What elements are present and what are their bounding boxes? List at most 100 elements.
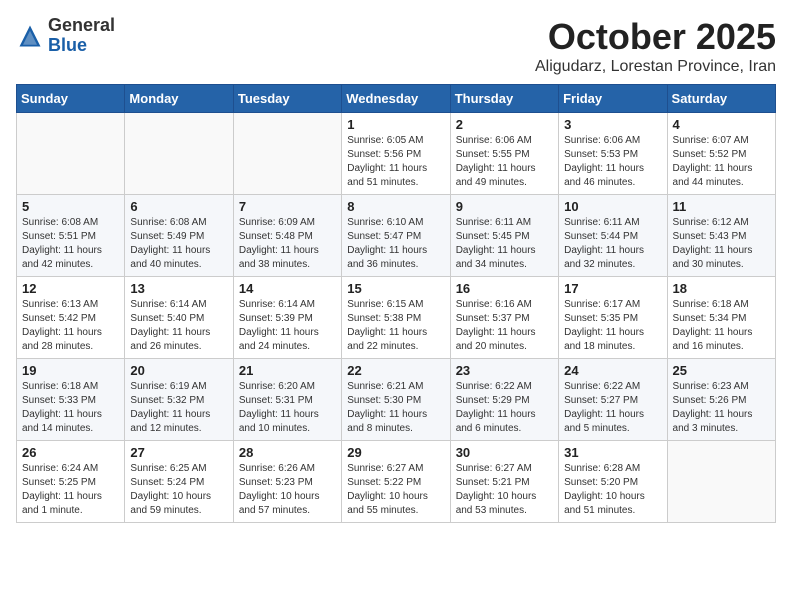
calendar-cell: 18Sunrise: 6:18 AM Sunset: 5:34 PM Dayli… [667, 277, 775, 359]
day-number: 25 [673, 363, 770, 378]
calendar-cell [125, 113, 233, 195]
calendar-cell: 30 Sunrise: 6:27 AM Sunset: 5:21 PM Dayli… [450, 441, 558, 523]
calendar-cell: 16 Sunrise: 6:16 AM Sunset: 5:37 PM Dayli… [450, 277, 558, 359]
day-info: Sunrise: 6:06 AM Sunset: 5:55 PM Dayligh… [456, 134, 553, 190]
day-info: Sunrise: 6:20 AM Sunset: 5:31 PM Dayligh… [239, 380, 336, 436]
day-number: 16 [456, 281, 553, 296]
day-info: Sunrise: 6:25 AM Sunset: 5:24 PM Dayligh… [130, 462, 227, 518]
calendar-week-3: 12 Sunrise: 6:13 AM Sunset: 5:42 PM Dayli… [17, 277, 776, 359]
day-number: 13 [130, 281, 227, 296]
calendar-cell: 23Sunrise: 6:22 AM Sunset: 5:29 PM Dayli… [450, 359, 558, 441]
calendar-cell: 26 Sunrise: 6:24 AM Sunset: 5:25 PM Dayli… [17, 441, 125, 523]
title-block: October 2025 Aligudarz, Lorestan Provinc… [535, 16, 776, 76]
day-number: 10 [564, 199, 661, 214]
calendar-cell: 3 Sunrise: 6:06 AM Sunset: 5:53 PM Daylig… [559, 113, 667, 195]
calendar-week-5: 26 Sunrise: 6:24 AM Sunset: 5:25 PM Dayli… [17, 441, 776, 523]
day-info: Sunrise: 6:21 AM Sunset: 5:30 PM Dayligh… [347, 380, 444, 436]
calendar-cell: 11 Sunrise: 6:12 AM Sunset: 5:43 PM Dayli… [667, 195, 775, 277]
day-info: Sunrise: 6:14 AM Sunset: 5:40 PM Dayligh… [130, 298, 227, 354]
calendar-cell [667, 441, 775, 523]
calendar-cell: 12 Sunrise: 6:13 AM Sunset: 5:42 PM Dayli… [17, 277, 125, 359]
weekday-header-friday: Friday [559, 85, 667, 113]
weekday-header-monday: Monday [125, 85, 233, 113]
weekday-header-sunday: Sunday [17, 85, 125, 113]
day-number: 21 [239, 363, 336, 378]
calendar-cell: 4 Sunrise: 6:07 AM Sunset: 5:52 PM Daylig… [667, 113, 775, 195]
day-info: Sunrise: 6:16 AM Sunset: 5:37 PM Dayligh… [456, 298, 553, 354]
calendar-cell: 31 Sunrise: 6:28 AM Sunset: 5:20 PM Dayli… [559, 441, 667, 523]
day-number: 1 [347, 117, 444, 132]
day-number: 28 [239, 445, 336, 460]
calendar-cell: 27 Sunrise: 6:25 AM Sunset: 5:24 PM Dayli… [125, 441, 233, 523]
day-info: Sunrise: 6:28 AM Sunset: 5:20 PM Dayligh… [564, 462, 661, 518]
calendar-cell [17, 113, 125, 195]
weekday-header-wednesday: Wednesday [342, 85, 450, 113]
calendar-cell: 6 Sunrise: 6:08 AM Sunset: 5:49 PM Daylig… [125, 195, 233, 277]
weekday-header-tuesday: Tuesday [233, 85, 341, 113]
calendar-body: 1 Sunrise: 6:05 AM Sunset: 5:56 PM Daylig… [17, 113, 776, 523]
day-number: 29 [347, 445, 444, 460]
day-info: Sunrise: 6:08 AM Sunset: 5:51 PM Dayligh… [22, 216, 119, 272]
calendar-week-4: 19Sunrise: 6:18 AM Sunset: 5:33 PM Dayli… [17, 359, 776, 441]
day-number: 26 [22, 445, 119, 460]
calendar-cell: 25Sunrise: 6:23 AM Sunset: 5:26 PM Dayli… [667, 359, 775, 441]
calendar-cell: 21 Sunrise: 6:20 AM Sunset: 5:31 PM Dayli… [233, 359, 341, 441]
calendar-week-2: 5Sunrise: 6:08 AM Sunset: 5:51 PM Daylig… [17, 195, 776, 277]
month-title: October 2025 [535, 16, 776, 58]
page-header: General Blue October 2025 Aligudarz, Lor… [16, 16, 776, 76]
day-info: Sunrise: 6:14 AM Sunset: 5:39 PM Dayligh… [239, 298, 336, 354]
day-info: Sunrise: 6:19 AM Sunset: 5:32 PM Dayligh… [130, 380, 227, 436]
day-number: 12 [22, 281, 119, 296]
calendar-cell: 7 Sunrise: 6:09 AM Sunset: 5:48 PM Daylig… [233, 195, 341, 277]
day-number: 4 [673, 117, 770, 132]
day-number: 8 [347, 199, 444, 214]
day-info: Sunrise: 6:13 AM Sunset: 5:42 PM Dayligh… [22, 298, 119, 354]
day-info: Sunrise: 6:10 AM Sunset: 5:47 PM Dayligh… [347, 216, 444, 272]
calendar-cell: 28 Sunrise: 6:26 AM Sunset: 5:23 PM Dayli… [233, 441, 341, 523]
day-info: Sunrise: 6:11 AM Sunset: 5:44 PM Dayligh… [564, 216, 661, 272]
day-number: 27 [130, 445, 227, 460]
calendar-cell: 24Sunrise: 6:22 AM Sunset: 5:27 PM Dayli… [559, 359, 667, 441]
day-info: Sunrise: 6:18 AM Sunset: 5:33 PM Dayligh… [22, 380, 119, 436]
day-number: 23 [456, 363, 553, 378]
day-number: 11 [673, 199, 770, 214]
calendar-cell: 8 Sunrise: 6:10 AM Sunset: 5:47 PM Daylig… [342, 195, 450, 277]
day-info: Sunrise: 6:09 AM Sunset: 5:48 PM Dayligh… [239, 216, 336, 272]
calendar-header: SundayMondayTuesdayWednesdayThursdayFrid… [17, 85, 776, 113]
calendar-cell: 19Sunrise: 6:18 AM Sunset: 5:33 PM Dayli… [17, 359, 125, 441]
day-number: 6 [130, 199, 227, 214]
day-info: Sunrise: 6:12 AM Sunset: 5:43 PM Dayligh… [673, 216, 770, 272]
day-info: Sunrise: 6:27 AM Sunset: 5:21 PM Dayligh… [456, 462, 553, 518]
day-info: Sunrise: 6:08 AM Sunset: 5:49 PM Dayligh… [130, 216, 227, 272]
day-info: Sunrise: 6:07 AM Sunset: 5:52 PM Dayligh… [673, 134, 770, 190]
day-number: 9 [456, 199, 553, 214]
day-info: Sunrise: 6:11 AM Sunset: 5:45 PM Dayligh… [456, 216, 553, 272]
calendar-cell: 9 Sunrise: 6:11 AM Sunset: 5:45 PM Daylig… [450, 195, 558, 277]
weekday-row: SundayMondayTuesdayWednesdayThursdayFrid… [17, 85, 776, 113]
day-number: 30 [456, 445, 553, 460]
calendar-cell: 20Sunrise: 6:19 AM Sunset: 5:32 PM Dayli… [125, 359, 233, 441]
day-info: Sunrise: 6:05 AM Sunset: 5:56 PM Dayligh… [347, 134, 444, 190]
day-info: Sunrise: 6:06 AM Sunset: 5:53 PM Dayligh… [564, 134, 661, 190]
calendar-cell: 10 Sunrise: 6:11 AM Sunset: 5:44 PM Dayli… [559, 195, 667, 277]
day-info: Sunrise: 6:22 AM Sunset: 5:27 PM Dayligh… [564, 380, 661, 436]
day-info: Sunrise: 6:27 AM Sunset: 5:22 PM Dayligh… [347, 462, 444, 518]
logo: General Blue [16, 16, 115, 56]
day-info: Sunrise: 6:15 AM Sunset: 5:38 PM Dayligh… [347, 298, 444, 354]
day-number: 7 [239, 199, 336, 214]
calendar-cell: 1 Sunrise: 6:05 AM Sunset: 5:56 PM Daylig… [342, 113, 450, 195]
calendar-cell: 15Sunrise: 6:15 AM Sunset: 5:38 PM Dayli… [342, 277, 450, 359]
day-number: 14 [239, 281, 336, 296]
day-number: 17 [564, 281, 661, 296]
day-number: 31 [564, 445, 661, 460]
calendar-cell: 2Sunrise: 6:06 AM Sunset: 5:55 PM Daylig… [450, 113, 558, 195]
day-number: 3 [564, 117, 661, 132]
calendar-cell: 13 Sunrise: 6:14 AM Sunset: 5:40 PM Dayli… [125, 277, 233, 359]
day-info: Sunrise: 6:26 AM Sunset: 5:23 PM Dayligh… [239, 462, 336, 518]
day-info: Sunrise: 6:24 AM Sunset: 5:25 PM Dayligh… [22, 462, 119, 518]
day-number: 18 [673, 281, 770, 296]
calendar-week-1: 1 Sunrise: 6:05 AM Sunset: 5:56 PM Daylig… [17, 113, 776, 195]
calendar-cell: 29 Sunrise: 6:27 AM Sunset: 5:22 PM Dayli… [342, 441, 450, 523]
logo-icon [16, 22, 44, 50]
day-number: 22 [347, 363, 444, 378]
